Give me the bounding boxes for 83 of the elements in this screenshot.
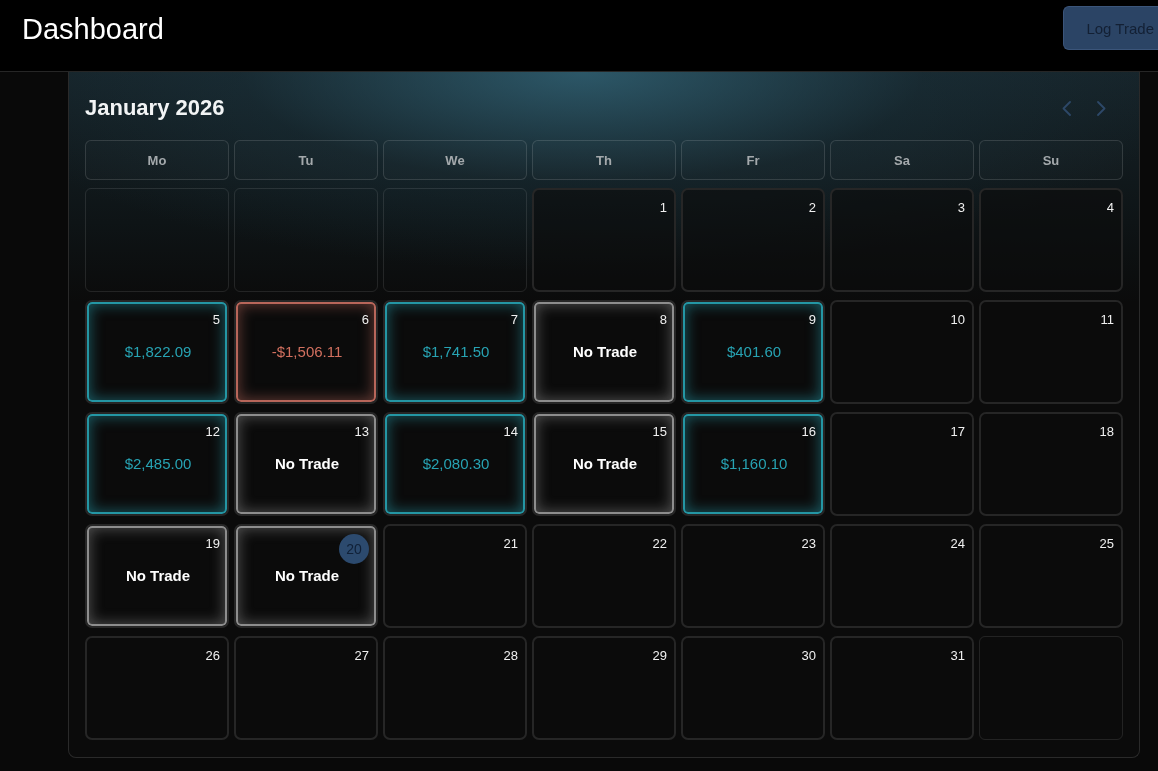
day-number: 9 bbox=[808, 311, 816, 329]
calendar-day[interactable]: 25 bbox=[979, 524, 1123, 628]
day-number: 21 bbox=[503, 535, 518, 553]
weekday-header: Mo bbox=[85, 140, 229, 180]
day-number: 13 bbox=[354, 423, 369, 441]
day-number: 19 bbox=[205, 535, 220, 553]
chevron-left-icon bbox=[1061, 100, 1071, 116]
calendar-day[interactable]: 13 No Trade bbox=[234, 412, 378, 516]
day-number: 18 bbox=[1099, 423, 1114, 441]
calendar-day[interactable]: 26 bbox=[85, 636, 229, 740]
no-trade-label: No Trade bbox=[274, 454, 340, 474]
day-number: 31 bbox=[950, 647, 965, 665]
calendar-day[interactable]: 30 bbox=[681, 636, 825, 740]
day-number: 8 bbox=[659, 311, 667, 329]
calendar-day[interactable]: 14 $2,080.30 bbox=[383, 412, 527, 516]
day-number: 4 bbox=[1106, 199, 1114, 217]
pnl-amount: $401.60 bbox=[726, 342, 782, 362]
calendar-day[interactable]: 29 bbox=[532, 636, 676, 740]
day-number: 28 bbox=[503, 647, 518, 665]
calendar-day[interactable]: 7 $1,741.50 bbox=[383, 300, 527, 404]
calendar-day[interactable]: 19 No Trade bbox=[85, 524, 229, 628]
weekday-header: Tu bbox=[234, 140, 378, 180]
day-number: 15 bbox=[652, 423, 667, 441]
pnl-amount: -$1,506.11 bbox=[271, 342, 343, 362]
day-number: 27 bbox=[354, 647, 369, 665]
day-number: 14 bbox=[503, 423, 518, 441]
day-number: 10 bbox=[950, 311, 965, 329]
calendar-day[interactable]: 24 bbox=[830, 524, 974, 628]
no-trade-label: No Trade bbox=[125, 566, 191, 586]
calendar-day[interactable]: 9 $401.60 bbox=[681, 300, 825, 404]
day-number: 23 bbox=[801, 535, 816, 553]
pnl-amount: $1,160.10 bbox=[720, 454, 788, 474]
calendar-day[interactable]: 3 bbox=[830, 188, 974, 292]
day-number: 22 bbox=[652, 535, 667, 553]
calendar-day[interactable]: 4 bbox=[979, 188, 1123, 292]
day-number: 1 bbox=[659, 199, 667, 217]
day-number: 7 bbox=[510, 311, 518, 329]
calendar-day[interactable]: 11 bbox=[979, 300, 1123, 404]
calendar-day[interactable]: 8 No Trade bbox=[532, 300, 676, 404]
day-number: 26 bbox=[205, 647, 220, 665]
month-title: January 2026 bbox=[85, 95, 225, 121]
pnl-amount: $1,741.50 bbox=[422, 342, 490, 362]
calendar-day[interactable]: 1 bbox=[532, 188, 676, 292]
day-number: 24 bbox=[950, 535, 965, 553]
day-number: 16 bbox=[801, 423, 816, 441]
weekday-header: We bbox=[383, 140, 527, 180]
weekday-header: Th bbox=[532, 140, 676, 180]
page-title: Dashboard bbox=[22, 12, 164, 47]
calendar-day[interactable]: 2 bbox=[681, 188, 825, 292]
calendar-day[interactable]: 23 bbox=[681, 524, 825, 628]
weekday-header: Su bbox=[979, 140, 1123, 180]
calendar-day[interactable]: 10 bbox=[830, 300, 974, 404]
calendar-day[interactable]: 22 bbox=[532, 524, 676, 628]
pnl-amount: $2,080.30 bbox=[422, 454, 490, 474]
calendar-day[interactable]: 12 $2,485.00 bbox=[85, 412, 229, 516]
day-number: 30 bbox=[801, 647, 816, 665]
calendar-day[interactable]: 17 bbox=[830, 412, 974, 516]
day-number: 17 bbox=[950, 423, 965, 441]
calendar-day[interactable]: 21 bbox=[383, 524, 527, 628]
day-number: 11 bbox=[1100, 311, 1114, 329]
pnl-amount: $1,822.09 bbox=[124, 342, 192, 362]
weekday-header: Fr bbox=[681, 140, 825, 180]
weekday-header: Sa bbox=[830, 140, 974, 180]
pnl-amount: $2,485.00 bbox=[124, 454, 192, 474]
day-number: 3 bbox=[957, 199, 965, 217]
no-trade-label: No Trade bbox=[274, 566, 340, 586]
day-number: 12 bbox=[205, 423, 220, 441]
no-trade-label: No Trade bbox=[572, 342, 638, 362]
no-trade-label: No Trade bbox=[572, 454, 638, 474]
calendar-day[interactable]: 16 $1,160.10 bbox=[681, 412, 825, 516]
calendar-day[interactable]: 5 $1,822.09 bbox=[85, 300, 229, 404]
day-number: 29 bbox=[652, 647, 667, 665]
calendar-day[interactable]: 6 -$1,506.11 bbox=[234, 300, 378, 404]
day-number: 25 bbox=[1099, 535, 1114, 553]
calendar-day[interactable]: 15 No Trade bbox=[532, 412, 676, 516]
calendar-day[interactable]: 27 bbox=[234, 636, 378, 740]
chevron-right-icon bbox=[1096, 100, 1106, 116]
calendar-day[interactable]: 28 bbox=[383, 636, 527, 740]
calendar-day[interactable]: 31 bbox=[830, 636, 974, 740]
day-number: 5 bbox=[212, 311, 220, 329]
day-number: 6 bbox=[361, 311, 369, 329]
calendar-day[interactable]: 18 bbox=[979, 412, 1123, 516]
day-number: 2 bbox=[808, 199, 816, 217]
